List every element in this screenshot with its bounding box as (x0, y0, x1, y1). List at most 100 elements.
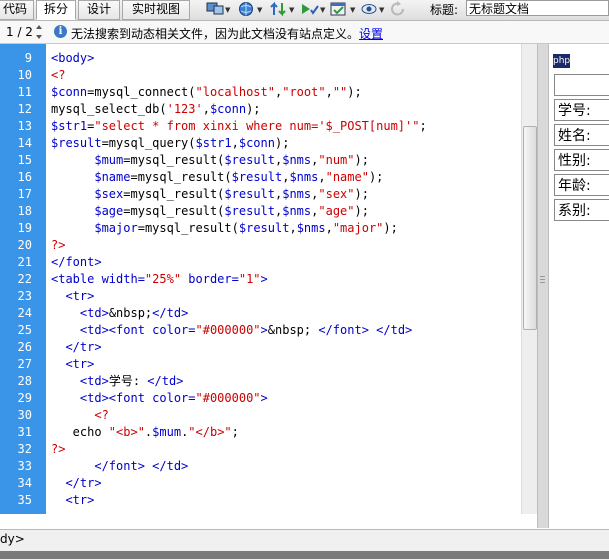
design-view[interactable]: php 学号: 姓名: 性别: 年龄: 系别: (549, 44, 609, 514)
table-cell[interactable]: 姓名: (554, 124, 609, 146)
code-line[interactable]: 11 $conn=mysql_connect("localhost","root"… (0, 84, 520, 101)
code-text[interactable]: $conn=mysql_connect("localhost","root","… (51, 84, 362, 101)
code-line[interactable]: 17 $sex=mysql_result($result,$nms,"sex")… (0, 186, 520, 203)
settings-link[interactable]: 设置 (359, 27, 383, 41)
globe-dropdown-icon[interactable]: ▼ (257, 6, 262, 14)
editor-scrollbar-thumb[interactable] (523, 126, 537, 330)
table-cell[interactable] (554, 74, 609, 96)
code-line[interactable]: 9 <body> (0, 50, 520, 67)
code-line[interactable]: 27 <tr> (0, 356, 520, 373)
live-view-button[interactable]: 实时视图 (122, 0, 190, 20)
code-line[interactable]: 28 <td>学号: </td> (0, 373, 520, 390)
code-line[interactable]: 34 </tr> (0, 475, 520, 492)
visual-aids-dropdown-icon[interactable]: ▼ (379, 6, 384, 14)
visual-aids-icon[interactable] (360, 1, 378, 17)
code-line[interactable]: 12 mysql_select_db('123',$conn); (0, 101, 520, 118)
code-text[interactable]: $age=mysql_result($result,$nms,"age"); (51, 203, 369, 220)
file-transfer-dropdown-icon[interactable]: ▼ (289, 6, 294, 14)
code-line[interactable]: 24 <td>&nbsp;</td> (0, 305, 520, 322)
code-text[interactable]: </font> </td> (51, 458, 188, 475)
code-token: "" (332, 85, 348, 99)
pager-arrow-icon[interactable] (33, 23, 45, 41)
code-line[interactable]: 23 <tr> (0, 288, 520, 305)
multiscreen-dropdown-icon[interactable]: ▼ (225, 6, 230, 14)
code-line[interactable]: 20 ?> (0, 237, 520, 254)
code-token: "sex" (318, 187, 355, 201)
view-options-dropdown-icon[interactable]: ▼ (350, 6, 355, 14)
code-line[interactable]: 26 </tr> (0, 339, 520, 356)
table-cell[interactable]: 性别: (554, 149, 609, 171)
code-text[interactable]: <table width="25%" border="1"> (51, 271, 268, 288)
code-text[interactable]: $str1="select * from xinxi where num='$_… (51, 118, 427, 135)
code-text[interactable]: <? (51, 407, 108, 424)
code-token: > (260, 323, 268, 337)
table-cell[interactable]: 系别: (554, 199, 609, 221)
code-text[interactable]: $name=mysql_result($result,$nms,"name"); (51, 169, 383, 186)
code-line[interactable]: 33 </font> </td> (0, 458, 520, 475)
code-text[interactable]: ?> (51, 441, 65, 458)
code-token: <? (51, 68, 66, 82)
code-text[interactable]: echo "<b>".$mum."</b>"; (51, 424, 239, 441)
code-text[interactable]: <tr> (51, 356, 94, 373)
code-token: , (202, 102, 210, 116)
code-line[interactable]: 25 <td><font color="#000000">&nbsp; </fo… (0, 322, 520, 339)
code-text[interactable]: </tr> (51, 339, 101, 356)
refresh-icon[interactable] (389, 1, 407, 17)
code-line[interactable]: 19 $major=mysql_result($result,$nms,"maj… (0, 220, 520, 237)
related-files-bar: 1 / 2 i 无法搜索到动态相关文件，因为此文档没有站点定义。设置 (0, 21, 609, 44)
code-line[interactable]: 29 <td><font color="#000000"> (0, 390, 520, 407)
code-editor[interactable]: 9 <body> 10 <? 11 $conn=mysql_connect("localh… (0, 44, 537, 514)
line-number: 27 (17, 357, 32, 371)
code-line[interactable]: 31 echo "<b>".$mum."</b>"; (0, 424, 520, 441)
view-options-icon[interactable] (330, 1, 348, 17)
code-text[interactable]: $major=mysql_result($result,$nms,"major"… (51, 220, 398, 237)
code-text[interactable]: <td><font color="#000000">&nbsp; </font>… (51, 322, 412, 339)
code-text[interactable]: ?> (51, 237, 65, 254)
code-text[interactable]: <body> (51, 50, 94, 67)
code-line[interactable]: 18 $age=mysql_result($result,$nms,"age")… (0, 203, 520, 220)
code-text[interactable]: $mum=mysql_result($result,$nms,"num"); (51, 152, 369, 169)
code-text[interactable]: <td><font color="#000000"> (51, 390, 268, 407)
code-line[interactable]: 10 <? (0, 67, 520, 84)
table-cell[interactable]: 学号: (554, 99, 609, 121)
title-input[interactable]: 无标题文档 (466, 0, 609, 16)
code-text[interactable]: <td>&nbsp;</td> (51, 305, 188, 322)
code-line[interactable]: 35 <tr> (0, 492, 520, 509)
design-view-button[interactable]: 设计 (78, 0, 120, 20)
code-text[interactable]: mysql_select_db('123',$conn); (51, 101, 261, 118)
code-text[interactable]: $result=mysql_query($str1,$conn); (51, 135, 289, 152)
code-text[interactable]: <td>学号: </td> (51, 373, 183, 390)
editor-scrollbar[interactable] (521, 44, 537, 514)
split-divider[interactable] (537, 44, 549, 528)
split-view-button[interactable]: 拆分 (36, 0, 76, 20)
check-browser-icon[interactable] (301, 1, 319, 17)
code-line[interactable]: 21 </font> (0, 254, 520, 271)
file-transfer-icon[interactable] (270, 1, 288, 17)
line-number: 26 (17, 340, 32, 354)
code-line[interactable]: 14 $result=mysql_query($str1,$conn); (0, 135, 520, 152)
php-code-marker[interactable]: php (553, 54, 570, 68)
code-text[interactable]: <tr> (51, 492, 94, 509)
code-text[interactable]: <tr> (51, 288, 94, 305)
tag-selector[interactable]: dy> (0, 532, 25, 546)
code-line[interactable]: 16 $name=mysql_result($result,$nms,"name… (0, 169, 520, 186)
code-text[interactable]: <? (51, 67, 65, 84)
multiscreen-icon[interactable] (206, 1, 224, 17)
code-line[interactable]: 30 <? (0, 407, 520, 424)
code-token: &nbsp; (108, 306, 153, 320)
code-line[interactable]: 22 <table width="25%" border="1"> (0, 271, 520, 288)
check-browser-dropdown-icon[interactable]: ▼ (320, 6, 325, 14)
code-text[interactable]: </font> (51, 254, 102, 271)
code-line[interactable]: 15 $mum=mysql_result($result,$nms,"num")… (0, 152, 520, 169)
code-view-button[interactable]: 代码 (0, 0, 34, 20)
code-token: <tr> (65, 357, 95, 371)
table-cell[interactable]: 年龄: (554, 174, 609, 196)
code-line[interactable]: 32 ?> (0, 441, 520, 458)
code-text[interactable]: $sex=mysql_result($result,$nms,"sex"); (51, 186, 369, 203)
globe-icon[interactable] (238, 1, 256, 17)
line-number: 15 (17, 153, 32, 167)
code-text[interactable]: </tr> (51, 475, 101, 492)
code-line[interactable]: 13 $str1="select * from xinxi where num='… (0, 118, 520, 135)
